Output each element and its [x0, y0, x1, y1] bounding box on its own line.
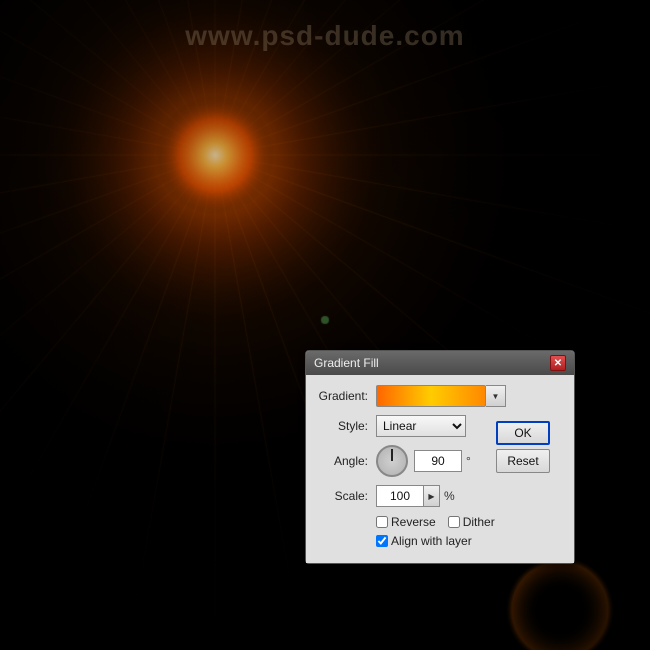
dialog-titlebar: Gradient Fill ✕	[306, 351, 574, 375]
align-label[interactable]: Align with layer	[376, 534, 472, 548]
dialog-title: Gradient Fill	[314, 356, 379, 370]
reverse-checkbox[interactable]	[376, 516, 388, 528]
checkbox-row-1: Reverse Dither	[376, 515, 492, 529]
dither-checkbox[interactable]	[448, 516, 460, 528]
dialog-body: Gradient: ▼ Style: Linear Radial Angle R…	[306, 375, 574, 563]
gradient-label: Gradient:	[318, 389, 368, 403]
style-label: Style:	[318, 419, 368, 433]
style-select[interactable]: Linear Radial Angle Reflected Diamond	[376, 415, 466, 437]
scale-row: Scale: ▶ %	[318, 485, 492, 507]
angle-dial[interactable]	[376, 445, 408, 477]
scale-stepper[interactable]: ▶	[424, 485, 440, 507]
scale-label: Scale:	[318, 489, 368, 503]
gradient-preview[interactable]	[376, 385, 486, 407]
dialog-content-area: Gradient: ▼ Style: Linear Radial Angle R…	[318, 385, 562, 548]
dialog-buttons: OK Reset	[496, 421, 550, 473]
gradient-fill-dialog: Gradient Fill ✕ Gradient: ▼ Style: Linea…	[305, 350, 575, 564]
align-checkbox[interactable]	[376, 535, 388, 547]
gradient-preview-wrap: ▼	[376, 385, 506, 407]
gradient-row: Gradient: ▼	[318, 385, 492, 407]
reset-button[interactable]: Reset	[496, 449, 550, 473]
gradient-dropdown-button[interactable]: ▼	[486, 385, 506, 407]
scale-unit: %	[444, 489, 455, 503]
scale-input[interactable]	[376, 485, 424, 507]
ok-button[interactable]: OK	[496, 421, 550, 445]
angle-unit: °	[466, 454, 471, 468]
angle-input[interactable]	[414, 450, 462, 472]
dither-label[interactable]: Dither	[448, 515, 495, 529]
reverse-label[interactable]: Reverse	[376, 515, 436, 529]
close-button[interactable]: ✕	[550, 355, 566, 371]
angle-label: Angle:	[318, 454, 368, 468]
angle-row: Angle: °	[318, 445, 492, 477]
style-row: Style: Linear Radial Angle Reflected Dia…	[318, 415, 492, 437]
checkbox-row-2: Align with layer	[376, 534, 492, 548]
